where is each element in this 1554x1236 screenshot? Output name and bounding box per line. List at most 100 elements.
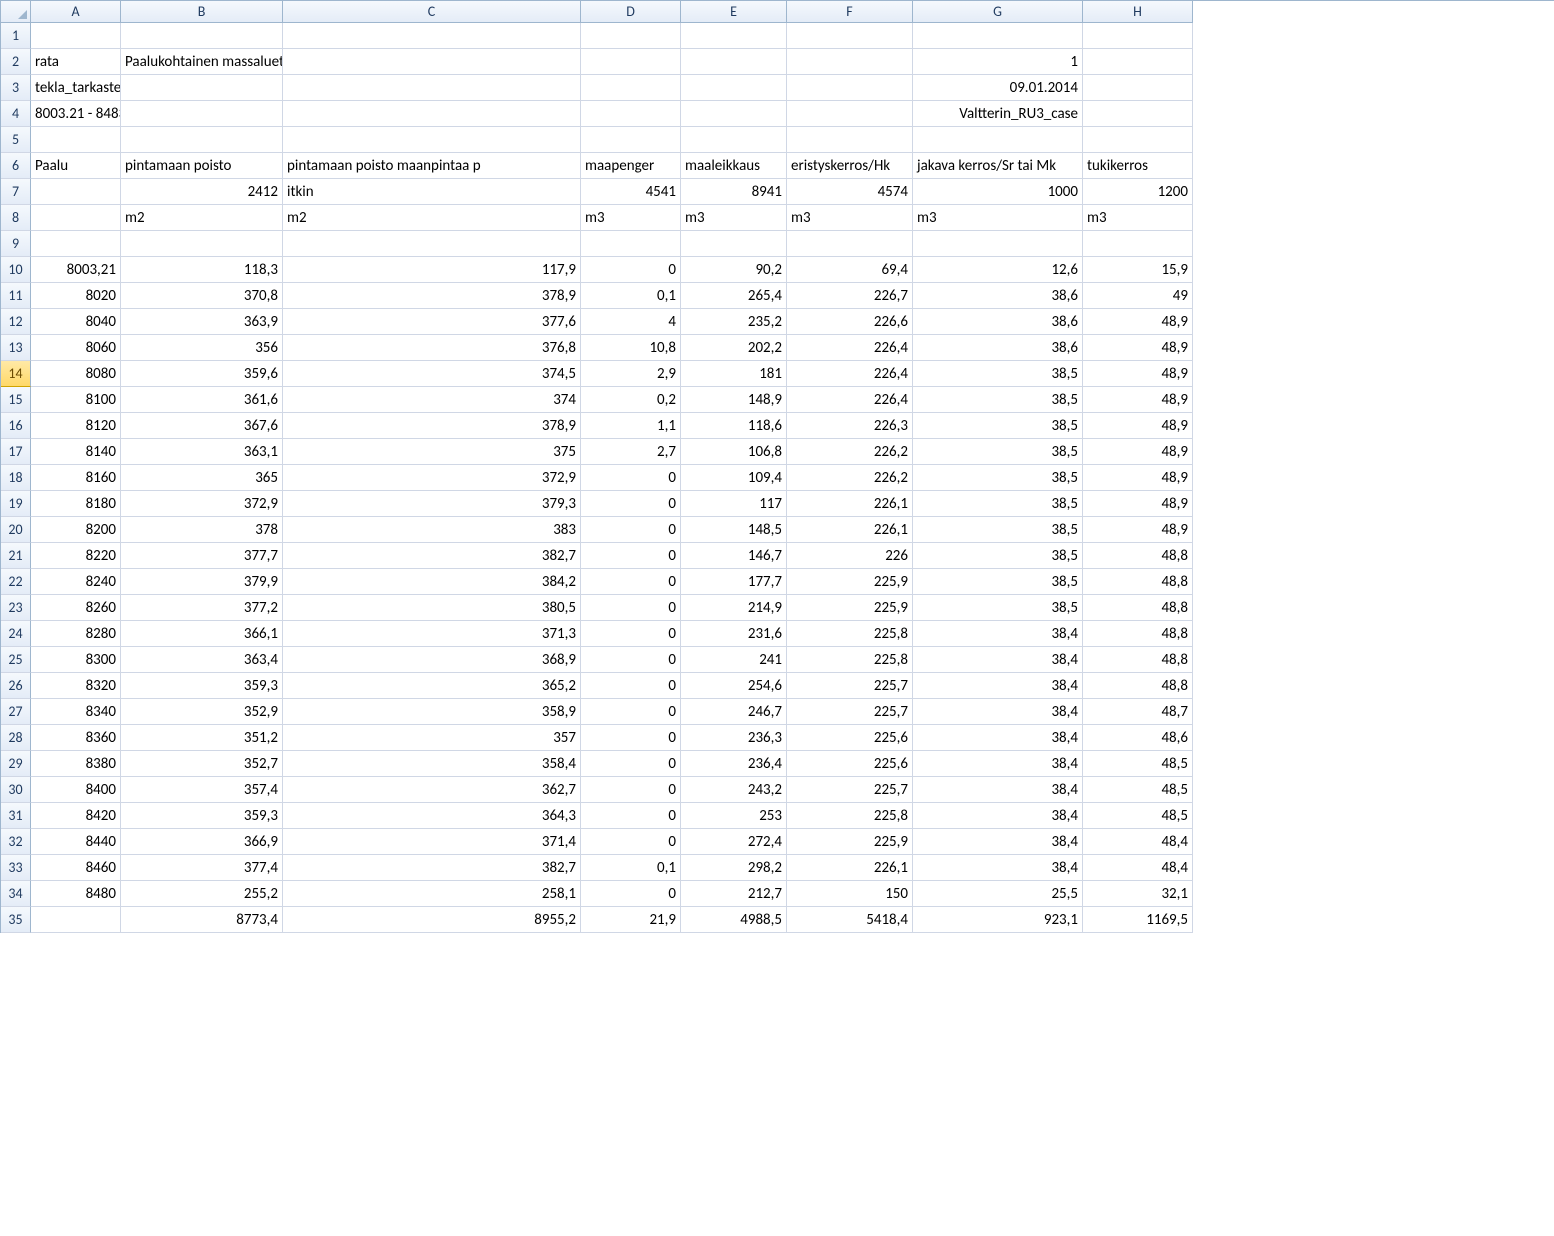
cell-B14[interactable]: 359,6: [121, 361, 283, 387]
cell-F22[interactable]: 225,9: [787, 569, 913, 595]
cell-F19[interactable]: 226,1: [787, 491, 913, 517]
cell-H34[interactable]: 32,1: [1083, 881, 1193, 907]
cell-F28[interactable]: 225,6: [787, 725, 913, 751]
cell-E33[interactable]: 298,2: [681, 855, 787, 881]
cell-H10[interactable]: 15,9: [1083, 257, 1193, 283]
cell-C35[interactable]: 8955,2: [283, 907, 581, 933]
cell-F4[interactable]: [787, 101, 913, 127]
cell-F15[interactable]: 226,4: [787, 387, 913, 413]
cell-C12[interactable]: 377,6: [283, 309, 581, 335]
cell-G22[interactable]: 38,5: [913, 569, 1083, 595]
col-header-F[interactable]: F: [787, 1, 913, 23]
cell-H17[interactable]: 48,9: [1083, 439, 1193, 465]
cell-H11[interactable]: 49: [1083, 283, 1193, 309]
row-header-16[interactable]: 16: [1, 413, 31, 439]
cell-E16[interactable]: 118,6: [681, 413, 787, 439]
cell-E35[interactable]: 4988,5: [681, 907, 787, 933]
cell-G1[interactable]: [913, 23, 1083, 49]
col-header-E[interactable]: E: [681, 1, 787, 23]
cell-F8[interactable]: m3: [787, 205, 913, 231]
cell-C26[interactable]: 365,2: [283, 673, 581, 699]
row-header-20[interactable]: 20: [1, 517, 31, 543]
row-header-1[interactable]: 1: [1, 23, 31, 49]
cell-H18[interactable]: 48,9: [1083, 465, 1193, 491]
cell-D16[interactable]: 1,1: [581, 413, 681, 439]
cell-C24[interactable]: 371,3: [283, 621, 581, 647]
cell-F10[interactable]: 69,4: [787, 257, 913, 283]
cell-F3[interactable]: [787, 75, 913, 101]
cell-E27[interactable]: 246,7: [681, 699, 787, 725]
cell-F27[interactable]: 225,7: [787, 699, 913, 725]
cell-F24[interactable]: 225,8: [787, 621, 913, 647]
cell-D35[interactable]: 21,9: [581, 907, 681, 933]
row-header-25[interactable]: 25: [1, 647, 31, 673]
cell-D30[interactable]: 0: [581, 777, 681, 803]
cell-D29[interactable]: 0: [581, 751, 681, 777]
cell-F17[interactable]: 226,2: [787, 439, 913, 465]
cell-E13[interactable]: 202,2: [681, 335, 787, 361]
row-header-33[interactable]: 33: [1, 855, 31, 881]
cell-F32[interactable]: 225,9: [787, 829, 913, 855]
cell-D18[interactable]: 0: [581, 465, 681, 491]
row-header-14[interactable]: 14: [1, 361, 31, 387]
cell-B8[interactable]: m2: [121, 205, 283, 231]
row-header-31[interactable]: 31: [1, 803, 31, 829]
cell-A33[interactable]: 8460: [31, 855, 121, 881]
cell-C34[interactable]: 258,1: [283, 881, 581, 907]
cell-C28[interactable]: 357: [283, 725, 581, 751]
row-header-34[interactable]: 34: [1, 881, 31, 907]
cell-B19[interactable]: 372,9: [121, 491, 283, 517]
cell-D7[interactable]: 4541: [581, 179, 681, 205]
cell-B9[interactable]: [121, 231, 283, 257]
cell-H16[interactable]: 48,9: [1083, 413, 1193, 439]
cell-A25[interactable]: 8300: [31, 647, 121, 673]
cell-E17[interactable]: 106,8: [681, 439, 787, 465]
cell-B29[interactable]: 352,7: [121, 751, 283, 777]
cell-E18[interactable]: 109,4: [681, 465, 787, 491]
cell-D21[interactable]: 0: [581, 543, 681, 569]
row-header-9[interactable]: 9: [1, 231, 31, 257]
cell-B32[interactable]: 366,9: [121, 829, 283, 855]
cell-G16[interactable]: 38,5: [913, 413, 1083, 439]
cell-D27[interactable]: 0: [581, 699, 681, 725]
cell-D5[interactable]: [581, 127, 681, 153]
cell-B24[interactable]: 366,1: [121, 621, 283, 647]
cell-D24[interactable]: 0: [581, 621, 681, 647]
cell-F1[interactable]: [787, 23, 913, 49]
cell-C13[interactable]: 376,8: [283, 335, 581, 361]
cell-A18[interactable]: 8160: [31, 465, 121, 491]
cell-H4[interactable]: [1083, 101, 1193, 127]
cell-A30[interactable]: 8400: [31, 777, 121, 803]
cell-B17[interactable]: 363,1: [121, 439, 283, 465]
cell-A32[interactable]: 8440: [31, 829, 121, 855]
cell-D34[interactable]: 0: [581, 881, 681, 907]
cell-B35[interactable]: 8773,4: [121, 907, 283, 933]
cell-E19[interactable]: 117: [681, 491, 787, 517]
cell-B25[interactable]: 363,4: [121, 647, 283, 673]
cell-E2[interactable]: [681, 49, 787, 75]
cell-D2[interactable]: [581, 49, 681, 75]
cell-F9[interactable]: [787, 231, 913, 257]
cell-B12[interactable]: 363,9: [121, 309, 283, 335]
cell-G15[interactable]: 38,5: [913, 387, 1083, 413]
cell-G14[interactable]: 38,5: [913, 361, 1083, 387]
cell-B3[interactable]: [121, 75, 283, 101]
cell-G17[interactable]: 38,5: [913, 439, 1083, 465]
cell-E31[interactable]: 253: [681, 803, 787, 829]
cell-F13[interactable]: 226,4: [787, 335, 913, 361]
row-header-18[interactable]: 18: [1, 465, 31, 491]
cell-H19[interactable]: 48,9: [1083, 491, 1193, 517]
cell-H27[interactable]: 48,7: [1083, 699, 1193, 725]
cell-B2[interactable]: Paalukohtainen massaluettelo: [121, 49, 283, 75]
cell-A35[interactable]: [31, 907, 121, 933]
cell-H3[interactable]: [1083, 75, 1193, 101]
cell-A19[interactable]: 8180: [31, 491, 121, 517]
cell-G23[interactable]: 38,5: [913, 595, 1083, 621]
cell-B26[interactable]: 359,3: [121, 673, 283, 699]
cell-A3[interactable]: tekla_tarkastelu: [31, 75, 121, 101]
cell-H15[interactable]: 48,9: [1083, 387, 1193, 413]
cell-A1[interactable]: [31, 23, 121, 49]
cell-B20[interactable]: 378: [121, 517, 283, 543]
cell-C27[interactable]: 358,9: [283, 699, 581, 725]
cell-D9[interactable]: [581, 231, 681, 257]
